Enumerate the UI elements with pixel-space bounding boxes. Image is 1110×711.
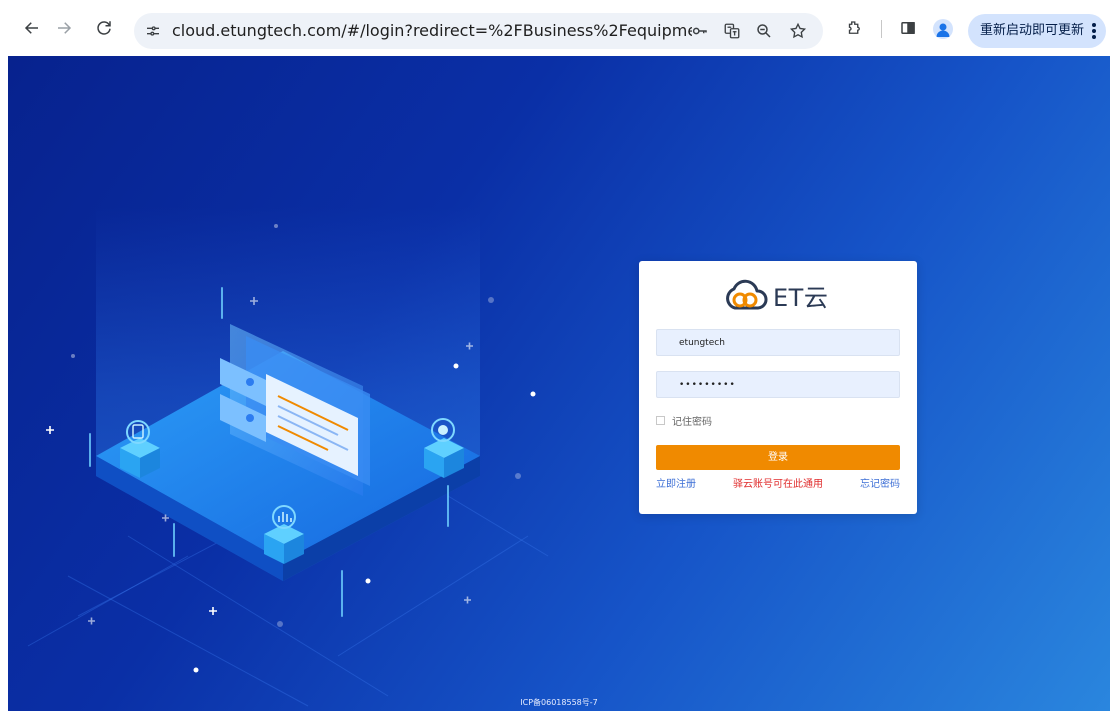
forgot-password-link[interactable]: 忘记密码 [860, 475, 900, 490]
update-button[interactable]: 重新启动即可更新 [968, 14, 1106, 48]
cloud-logo-icon [726, 279, 768, 310]
site-settings-icon[interactable] [140, 18, 166, 44]
reload-icon[interactable] [92, 16, 116, 40]
password-input[interactable] [656, 371, 900, 398]
zoom-icon[interactable] [754, 21, 774, 41]
login-button[interactable]: 登录 [656, 445, 900, 470]
address-bar[interactable]: cloud.etungtech.com/#/login?redirect=%2F… [134, 13, 823, 49]
login-card: ET云 记住密码 登录 立即注册 驿云账号可在此通用 忘记密码 [639, 261, 917, 514]
menu-dots-icon[interactable] [1092, 23, 1096, 39]
icp-footer[interactable]: ICP备06018558号-7 [8, 697, 1110, 708]
isometric-illustration [27, 206, 549, 707]
translate-icon[interactable] [722, 21, 742, 41]
url-text[interactable]: cloud.etungtech.com/#/login?redirect=%2F… [172, 13, 692, 49]
toolbar-separator [881, 20, 882, 38]
remember-label: 记住密码 [672, 416, 712, 428]
account-note: 驿云账号可在此通用 [733, 479, 823, 490]
register-link[interactable]: 立即注册 [656, 475, 696, 490]
update-button-label: 重新启动即可更新 [980, 23, 1085, 38]
brand-name: ET云 [773, 283, 829, 312]
extensions-icon[interactable] [842, 16, 866, 40]
remember-checkbox[interactable] [656, 415, 665, 425]
password-key-icon[interactable] [690, 21, 710, 41]
profile-avatar-icon[interactable] [933, 19, 953, 39]
login-page: ET云 记住密码 登录 立即注册 驿云账号可在此通用 忘记密码 ICP备0601… [8, 56, 1110, 711]
bookmark-star-icon[interactable] [788, 21, 808, 41]
back-icon[interactable] [20, 16, 44, 40]
forward-icon[interactable] [52, 16, 76, 40]
remember-password[interactable]: 记住密码 [656, 413, 712, 428]
username-input[interactable] [656, 329, 900, 356]
brand-logo: ET云 [723, 277, 828, 313]
browser-toolbar: cloud.etungtech.com/#/login?redirect=%2F… [0, 0, 1110, 56]
side-panel-icon[interactable] [896, 16, 920, 40]
